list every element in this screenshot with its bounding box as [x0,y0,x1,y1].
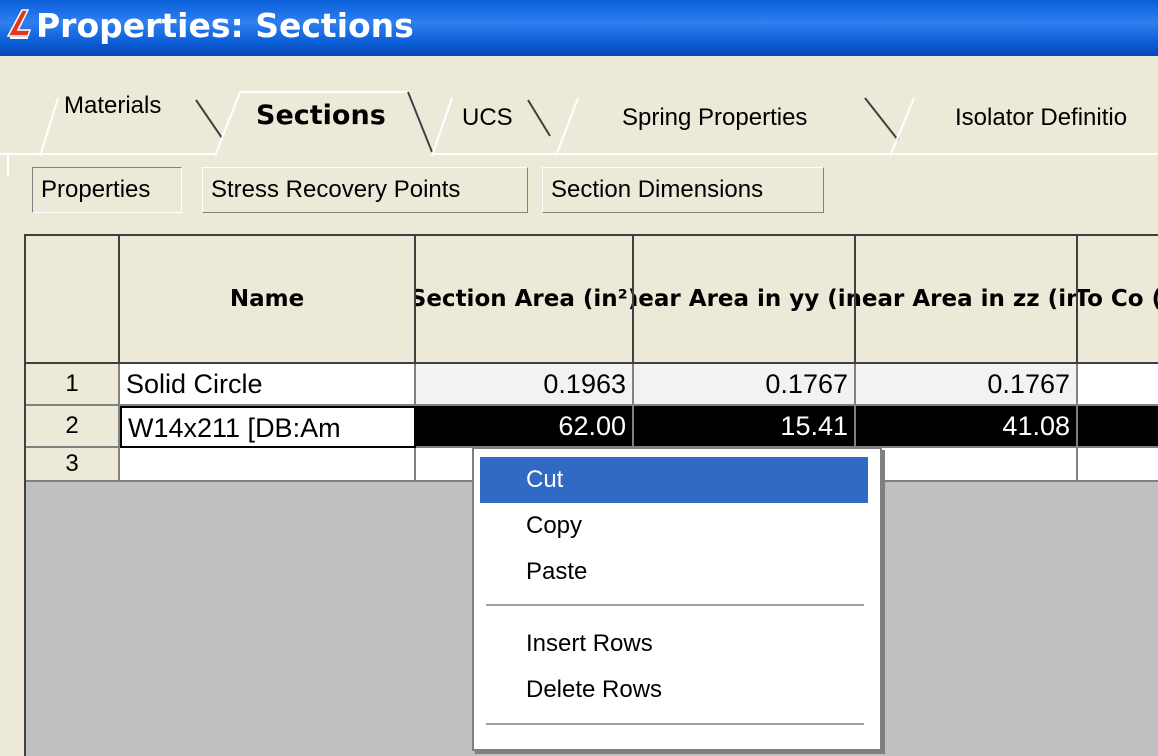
cell-shear-zz-1[interactable]: 0.1767 [856,364,1078,406]
cell-shear-yy-2[interactable]: 15.41 [634,406,856,448]
menu-item-insert-rows[interactable]: Insert Rows [480,621,868,667]
context-menu: Cut Copy Paste Insert Rows Delete Rows [472,447,882,751]
app-logo-icon [6,9,32,39]
column-header-torsional-constant[interactable]: To Co (i [1078,236,1158,364]
subtab-stress-recovery-points[interactable]: Stress Recovery Points [202,167,528,213]
cell-shear-zz-3[interactable] [856,448,1078,482]
tab-ucs[interactable]: UCS [462,104,513,132]
subtab-section-dimensions[interactable]: Section Dimensions [542,167,824,213]
tab-spring-properties[interactable]: Spring Properties [622,104,807,132]
cell-section-area-2[interactable]: 62.00 [416,406,634,448]
grid-corner[interactable] [26,236,120,364]
cell-name-2[interactable]: W14x211 [DB:Am [120,406,416,448]
tab-isolator-definitions[interactable]: Isolator Definitio [955,104,1127,132]
cell-torsion-3[interactable] [1078,448,1158,482]
cell-section-area-1[interactable]: 0.1963 [416,364,634,406]
menu-item-delete-rows[interactable]: Delete Rows [480,667,868,713]
menu-separator [486,723,864,725]
column-header-shear-area-zz[interactable]: Shear Area in zz (in²) [856,236,1078,364]
menu-item-copy[interactable]: Copy [480,503,868,549]
cell-name-1[interactable]: Solid Circle [120,364,416,406]
column-header-shear-area-yy[interactable]: Shear Area in yy (in²) [634,236,856,364]
row-header-2[interactable]: 2 [26,406,120,448]
cell-shear-yy-1[interactable]: 0.1767 [634,364,856,406]
subtab-properties[interactable]: Properties [32,167,182,213]
title-bar[interactable]: Properties: Sections [0,0,1158,56]
menu-item-paste[interactable]: Paste [480,549,868,595]
menu-separator [486,604,864,606]
cell-name-3[interactable] [120,448,416,482]
cell-torsion-2[interactable] [1078,406,1158,448]
window-title: Properties: Sections [36,6,414,45]
tab-sections[interactable]: Sections [256,100,386,131]
cell-shear-zz-2[interactable]: 41.08 [856,406,1078,448]
column-header-name[interactable]: Name [120,236,416,364]
tab-materials[interactable]: Materials [64,92,161,120]
column-header-section-area[interactable]: Section Area (in²) [416,236,634,364]
menu-item-cut[interactable]: Cut [480,457,868,503]
row-header-1[interactable]: 1 [26,364,120,406]
cell-torsion-1[interactable] [1078,364,1158,406]
row-header-3[interactable]: 3 [26,448,120,482]
